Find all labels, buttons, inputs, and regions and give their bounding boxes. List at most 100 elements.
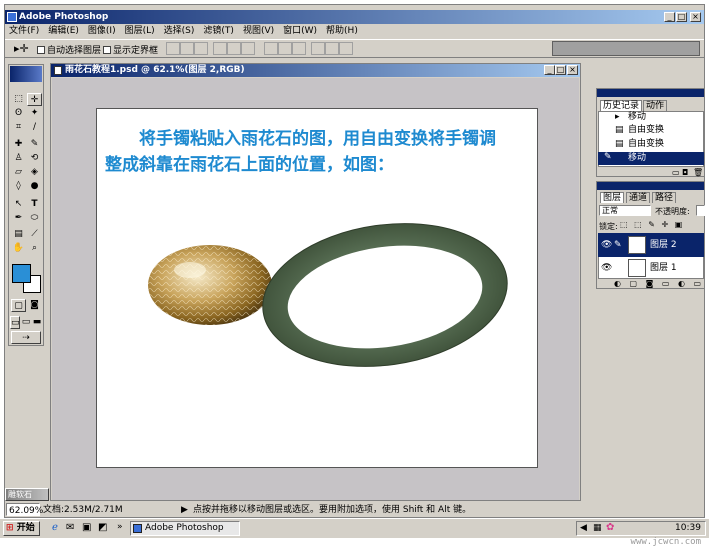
eyedropper-icon[interactable]: ⟋ [27, 228, 42, 241]
blend-mode-select[interactable]: 正常 [599, 205, 651, 216]
path-select-icon[interactable]: ↖ [11, 198, 26, 211]
menu-help[interactable]: 帮助(H) [326, 25, 358, 38]
history-snapshot-icon[interactable]: ◘ [682, 168, 688, 177]
magic-wand-tool-icon[interactable]: ✦ [27, 107, 42, 120]
zoom-tool-icon[interactable]: ⌕ [27, 242, 42, 255]
history-item[interactable]: 自由变换 [598, 138, 704, 151]
align-bottom-button[interactable] [194, 42, 208, 55]
hand-tool-icon[interactable]: ✋ [11, 242, 26, 255]
clone-stamp-icon[interactable]: ♙ [11, 152, 26, 165]
lock-options[interactable]: ⬚ ⬚ ✎ ✛ ▣ [620, 220, 684, 229]
layer-row[interactable]: 👁 图层 1 [598, 256, 704, 280]
pen-tool-icon[interactable]: ✒ [11, 212, 26, 225]
auto-select-label: 自动选择图层 [47, 46, 102, 56]
tab-channels[interactable]: 通道 [626, 192, 651, 203]
auto-select-option[interactable]: 自动选择图层 [37, 43, 101, 56]
move-tool-icon[interactable]: ✛ [27, 93, 42, 106]
paint-bucket-icon[interactable]: ◈ [27, 166, 42, 179]
distribute-hcenter-button[interactable] [325, 42, 339, 55]
tray-app-icon[interactable]: ✿ [606, 522, 614, 533]
move-tool-preset-icon[interactable]: ▸✛ [14, 42, 29, 55]
quicklaunch-more-icon[interactable]: » [117, 522, 123, 532]
doc-minimize-button[interactable]: _ [544, 65, 555, 75]
tray-volume-icon[interactable]: ◀ [580, 523, 587, 533]
show-bounds-checkbox[interactable] [103, 45, 111, 54]
show-bounds-option[interactable]: 显示定界框 [103, 43, 158, 56]
start-button[interactable]: ⊞ 开始 [3, 521, 40, 536]
status-arrow-icon[interactable]: ▶ [181, 503, 188, 517]
menu-window[interactable]: 窗口(W) [283, 25, 317, 38]
tab-paths[interactable]: 路径 [652, 192, 677, 203]
history-item[interactable]: 自由变换 [598, 124, 704, 137]
align-hcenter-button[interactable] [227, 42, 241, 55]
quicklaunch-ie-icon[interactable]: ℯ [52, 522, 58, 533]
close-button[interactable]: × [690, 12, 701, 22]
lasso-tool-icon[interactable]: ʘ [11, 107, 26, 120]
layer-name: 图层 2 [650, 240, 677, 250]
screen-mode-full-icon[interactable]: ▬ [32, 316, 42, 329]
menu-image[interactable]: 图像(I) [88, 25, 116, 38]
standard-mode-icon[interactable]: ▢ [11, 299, 26, 312]
distribute-left-button[interactable] [311, 42, 325, 55]
tab-history[interactable]: 历史记录 [600, 100, 643, 111]
layer-visibility-icon[interactable]: 👁 [601, 233, 612, 257]
jump-to-imageready-icon[interactable]: ⇢ [11, 331, 41, 344]
palette-well[interactable] [552, 41, 700, 56]
foreground-color-swatch[interactable] [12, 264, 31, 283]
blur-tool-icon[interactable]: ◊ [11, 180, 26, 193]
zoom-level[interactable]: 62.09% [6, 503, 43, 516]
quickmask-mode-icon[interactable]: ◙ [27, 299, 42, 312]
tray-network-icon[interactable]: ▦ [593, 523, 602, 533]
quicklaunch-media-icon[interactable]: ◩ [98, 522, 107, 533]
document-size[interactable]: 文档:2.53M/2.71M [43, 503, 123, 517]
minimize-button[interactable]: _ [664, 12, 675, 22]
align-right-button[interactable] [241, 42, 255, 55]
menu-file[interactable]: 文件(F) [9, 25, 39, 38]
doc-close-button[interactable]: × [567, 65, 578, 75]
tab-actions[interactable]: 动作 [643, 100, 668, 111]
doc-maximize-button[interactable]: □ [555, 65, 566, 75]
dodge-tool-icon[interactable]: ● [27, 180, 42, 193]
marquee-tool-icon[interactable]: ⬚ [11, 93, 26, 106]
slice-tool-icon[interactable]: ∕ [27, 121, 42, 134]
menu-filter[interactable]: 滤镜(T) [203, 25, 234, 38]
distribute-top-button[interactable] [264, 42, 278, 55]
opacity-field[interactable] [696, 205, 705, 216]
notes-tool-icon[interactable]: ▤ [11, 228, 26, 241]
healing-brush-icon[interactable]: ✚ [11, 138, 26, 151]
tray-clock: 10:39 [675, 523, 701, 533]
distribute-vcenter-button[interactable] [278, 42, 292, 55]
history-new-doc-icon[interactable]: ▭ [672, 168, 680, 177]
brush-tool-icon[interactable]: ✎ [27, 138, 42, 151]
menu-layer[interactable]: 图层(L) [125, 25, 155, 38]
layer-row-selected[interactable]: 👁 ✎ 图层 2 [598, 233, 704, 257]
menu-view[interactable]: 视图(V) [243, 25, 274, 38]
type-tool-icon[interactable]: T [27, 198, 42, 211]
minimized-document[interactable]: 雕软石 [5, 488, 49, 501]
history-brush-icon[interactable]: ⟲ [27, 152, 42, 165]
menu-edit[interactable]: 编辑(E) [48, 25, 79, 38]
layers-bottom-icons[interactable]: ◐ ▢ ◙ ▭ ◐ ▭ [614, 279, 704, 288]
tab-layers[interactable]: 图层 [600, 192, 625, 203]
history-delete-icon[interactable]: 🗑 [693, 168, 703, 177]
layer-visibility-icon[interactable]: 👁 [601, 256, 612, 280]
eraser-tool-icon[interactable]: ▱ [11, 166, 26, 179]
distribute-right-button[interactable] [339, 42, 353, 55]
taskbar-task-photoshop[interactable]: Adobe Photoshop [130, 521, 240, 536]
align-top-button[interactable] [166, 42, 180, 55]
auto-select-checkbox[interactable] [37, 45, 45, 54]
shape-tool-icon[interactable]: ⬭ [27, 212, 42, 225]
quicklaunch-desktop-icon[interactable]: ▣ [82, 522, 91, 533]
history-item[interactable]: 移动 [598, 111, 704, 124]
history-brush-source-icon: ✎ [604, 152, 612, 162]
history-item-selected[interactable]: 移动 [598, 152, 704, 165]
screen-mode-menubar-icon[interactable]: ▭ [21, 316, 31, 329]
quicklaunch-outlook-icon[interactable]: ✉ [66, 522, 74, 533]
screen-mode-standard-icon[interactable]: ▭ [10, 316, 20, 329]
crop-tool-icon[interactable]: ⌗ [11, 121, 26, 134]
align-vcenter-button[interactable] [180, 42, 194, 55]
distribute-bottom-button[interactable] [292, 42, 306, 55]
maximize-button[interactable]: □ [676, 12, 687, 22]
menu-select[interactable]: 选择(S) [164, 25, 195, 38]
align-left-button[interactable] [213, 42, 227, 55]
